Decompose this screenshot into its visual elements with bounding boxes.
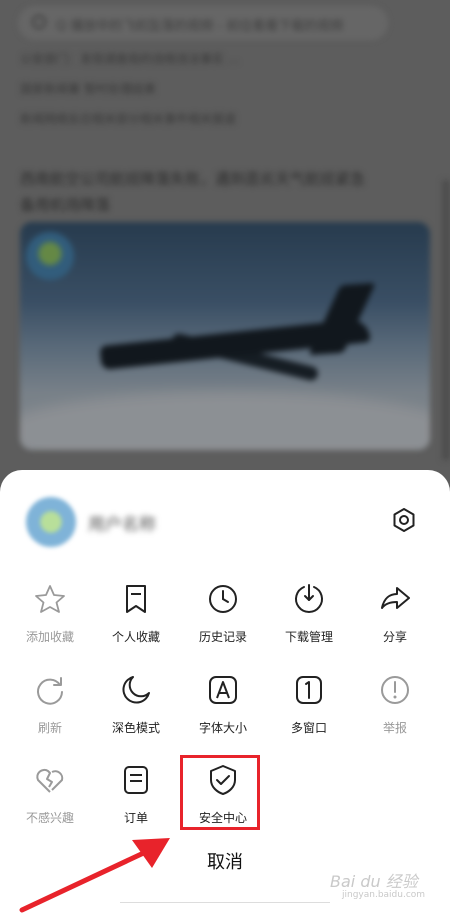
watermark-sub: jingyan.baidu.com (342, 890, 426, 900)
menu-history[interactable]: 历史记录 (183, 582, 263, 664)
menu-label: 下载管理 (284, 630, 333, 644)
menu-label: 多窗口 (290, 721, 327, 735)
menu-downloads[interactable]: 下载管理 (269, 582, 349, 664)
settings-icon[interactable] (390, 506, 418, 534)
moon-icon (122, 676, 150, 704)
menu-font-size[interactable]: 字体大小 (183, 673, 263, 755)
highlight-box (180, 755, 260, 830)
menu-label: 刷新 (37, 721, 62, 735)
menu-label: 字体大小 (198, 721, 247, 735)
menu-label: 个人收藏 (111, 630, 160, 644)
order-icon (124, 766, 148, 794)
multi-window-icon (296, 676, 322, 704)
report-icon (381, 676, 409, 704)
watermark-text: Bai du 经验 (330, 872, 418, 891)
profile-name[interactable]: 用户名称 (88, 510, 156, 535)
menu-label: 历史记录 (198, 630, 247, 644)
clock-icon (209, 585, 237, 613)
menu-add-favorite[interactable]: 添加收藏 (10, 582, 90, 664)
watermark: Bai du 经验 jingyan.baidu.com (330, 868, 425, 900)
menu-report[interactable]: 举报 (355, 673, 435, 755)
menu-label: 深色模式 (111, 721, 160, 735)
menu-label: 分享 (382, 630, 407, 644)
menu-my-favorites[interactable]: 个人收藏 (96, 582, 176, 664)
bookmark-icon (126, 585, 146, 613)
broken-heart-icon (36, 768, 64, 793)
annotation-arrow (19, 838, 170, 913)
menu-share[interactable]: 分享 (355, 582, 435, 664)
menu-label: 举报 (382, 721, 407, 735)
menu-dark-mode[interactable]: 深色模式 (96, 673, 176, 755)
menu-label: 添加收藏 (25, 630, 74, 644)
star-icon (35, 585, 65, 613)
menu-refresh[interactable]: 刷新 (10, 673, 90, 755)
avatar[interactable] (26, 497, 76, 547)
download-icon (295, 584, 323, 613)
refresh-icon (37, 677, 63, 705)
font-size-icon (209, 676, 237, 704)
share-icon (381, 587, 410, 609)
menu-multi-window[interactable]: 多窗口 (269, 673, 349, 755)
